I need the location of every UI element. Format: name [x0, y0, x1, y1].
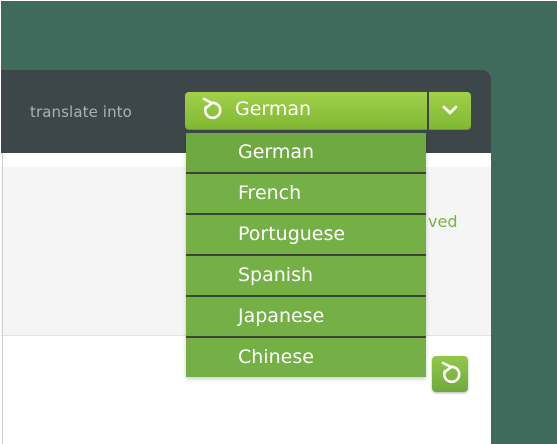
option-label: Spanish	[238, 264, 314, 286]
app-viewport: translate into German German French Port…	[0, 0, 557, 444]
selected-language: German	[235, 98, 312, 120]
option-label: Japanese	[238, 305, 325, 327]
option-label: French	[238, 182, 302, 204]
refresh-icon	[441, 361, 461, 384]
chevron-down-icon	[442, 105, 458, 115]
language-option-portuguese[interactable]: Portuguese	[186, 215, 426, 256]
option-label: Portuguese	[238, 223, 346, 245]
refresh-icon	[199, 97, 223, 123]
option-label: Chinese	[238, 346, 314, 368]
language-option-german[interactable]: German	[186, 133, 426, 174]
reset-button[interactable]	[432, 356, 468, 392]
panel-border	[2, 153, 3, 444]
dropdown-toggle-button[interactable]	[429, 92, 471, 130]
language-option-spanish[interactable]: Spanish	[186, 256, 426, 297]
status-text-partial: ved	[428, 212, 458, 231]
language-options-list: German French Portuguese Spanish Japanes…	[186, 133, 426, 377]
language-option-chinese[interactable]: Chinese	[186, 338, 426, 377]
language-option-japanese[interactable]: Japanese	[186, 297, 426, 338]
language-option-french[interactable]: French	[186, 174, 426, 215]
translate-into-label: translate into	[30, 103, 132, 121]
language-select[interactable]: German	[185, 92, 471, 130]
option-label: German	[238, 141, 315, 163]
